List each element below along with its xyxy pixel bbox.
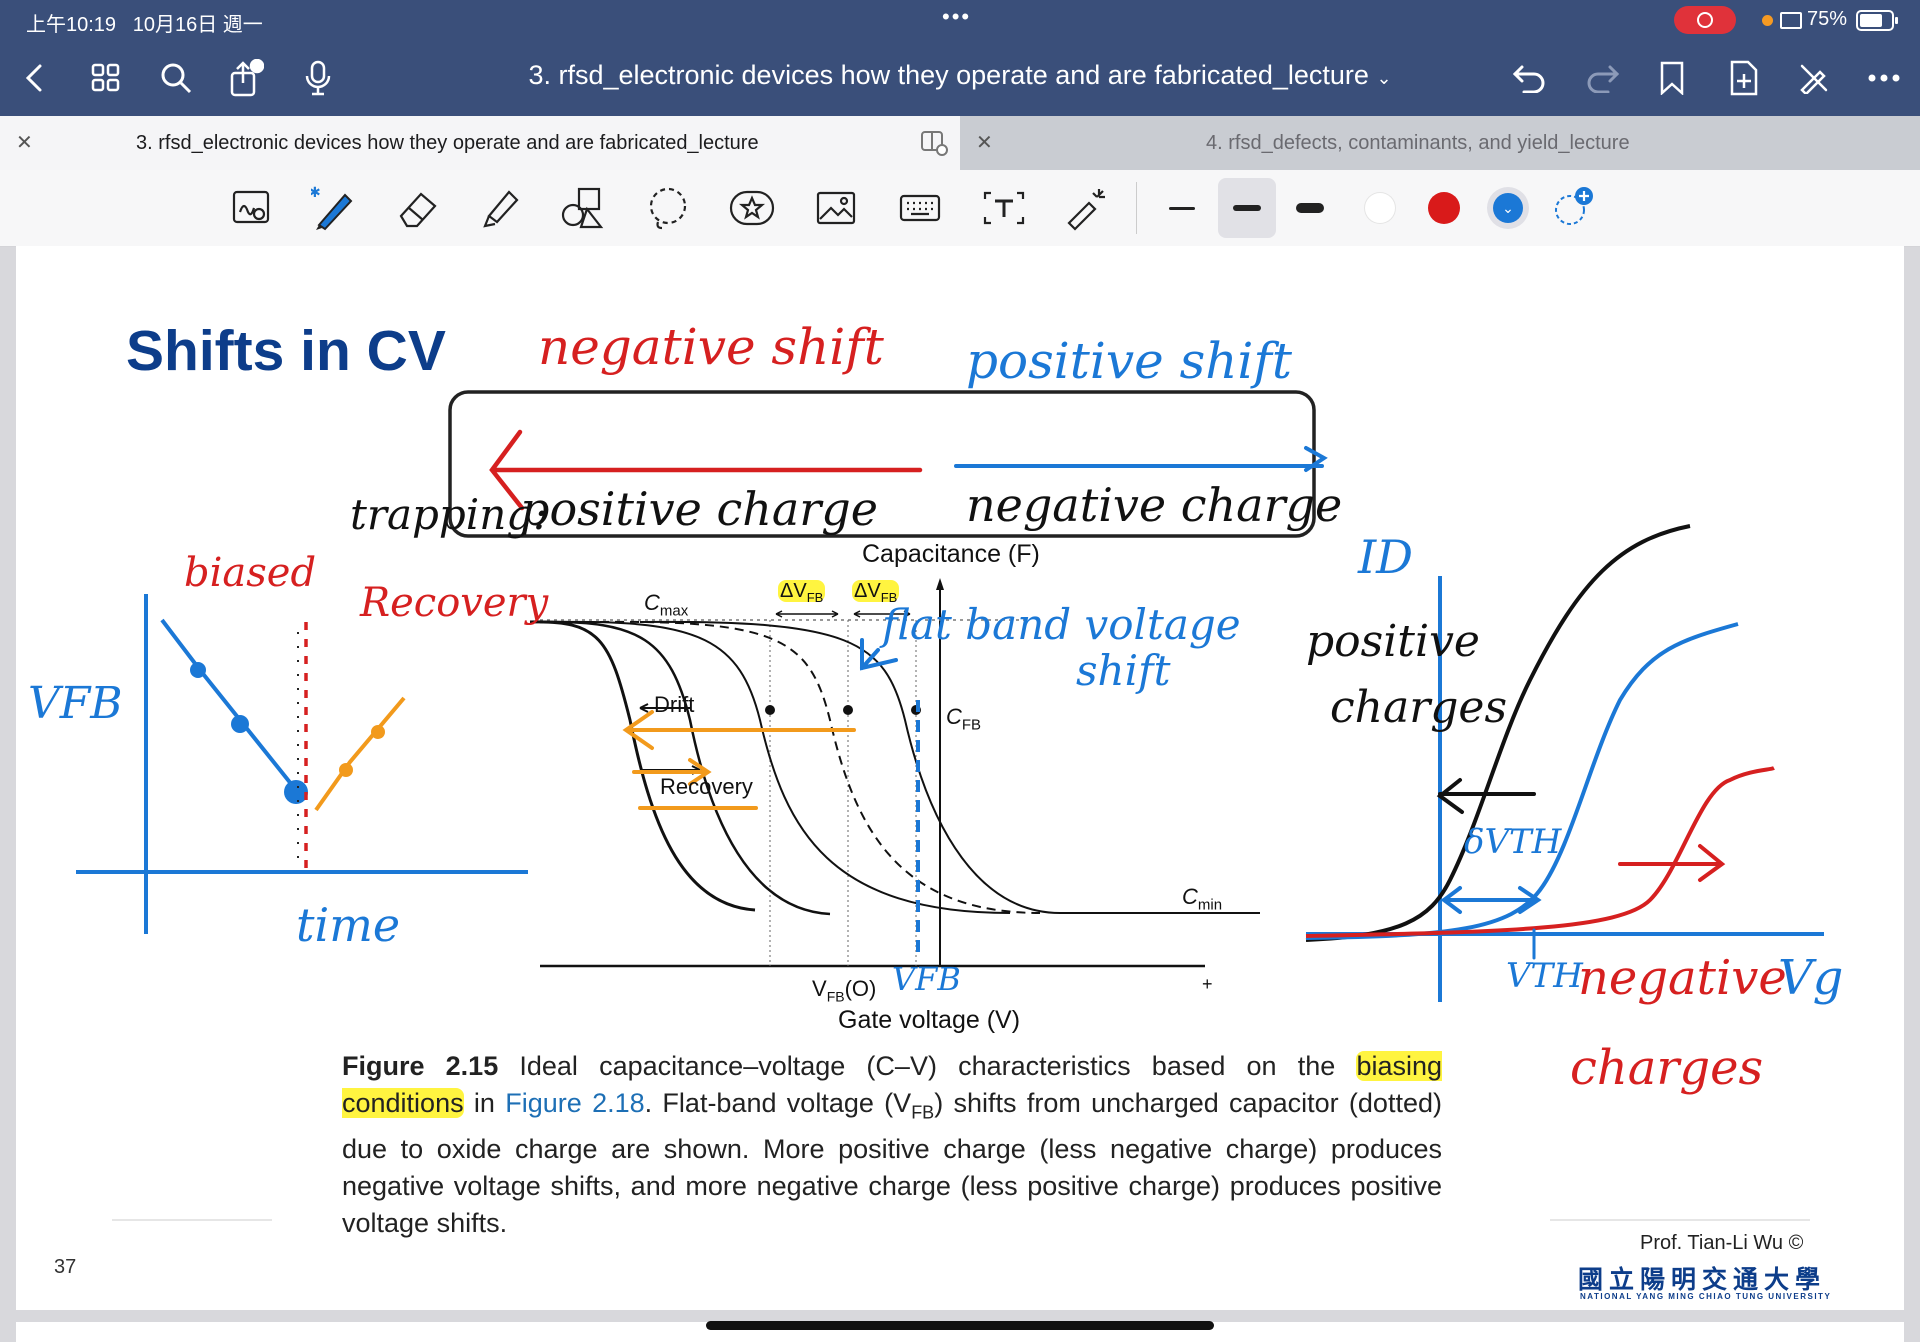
annot-positive-charges-1: positive: [1306, 616, 1480, 667]
annot-negative-shift: negative shift: [538, 318, 884, 376]
vfb-point-2: [843, 705, 853, 715]
vfb-point-1: [765, 705, 775, 715]
red-shift-arrow: [1618, 844, 1726, 882]
cfb-label: CFB: [946, 704, 982, 734]
annot-time: time: [296, 898, 401, 952]
blue-arrow-right: [954, 446, 1328, 472]
annot-vfb0-hand: VFB: [892, 960, 961, 998]
delta-vth-arrow: [1440, 886, 1542, 914]
annot-biased: biased: [184, 550, 317, 596]
annot-positive-charge: positive charge: [520, 482, 878, 536]
annot-negative-charge: negative charge: [966, 478, 1343, 532]
dvfb-label-1: ΔVFB: [778, 580, 826, 605]
author-credit: Prof. Tian-Li Wu ©: [1640, 1232, 1804, 1254]
vfb-drift-line: [160, 618, 298, 792]
annot-flat-band-1: flat band voltage: [882, 600, 1241, 649]
annot-trapping: trapping:: [350, 490, 548, 539]
plus-label: +: [1202, 974, 1213, 994]
university-logo-cn: 國立陽明交通大學: [1578, 1266, 1827, 1294]
cv-curve-dashed: [599, 620, 1041, 914]
y-axis-arrow: [936, 578, 944, 590]
x-axis-label: Gate voltage (V): [838, 1006, 1021, 1034]
annot-vg: Vg: [1778, 950, 1844, 1006]
annot-positive-shift: positive shift: [966, 332, 1293, 390]
annot-id: ID: [1358, 530, 1414, 584]
figure-caption: Figure 2.15 Ideal capacitance–voltage (C…: [342, 1051, 1442, 1239]
cv-curve-3: [559, 620, 1011, 914]
annot-vth: VTH: [1506, 956, 1583, 996]
figure-link[interactable]: Figure 2.18: [505, 1088, 644, 1118]
recovery-label: Recovery: [660, 774, 753, 799]
id-vg-curve-positive: [1305, 524, 1691, 942]
drift-label: Drift: [654, 692, 695, 717]
cmax-label: Cmax: [644, 590, 689, 620]
annot-negative-charges-1: negative: [1578, 950, 1787, 1006]
vfb0-label: VFB(O): [812, 976, 877, 1005]
slide-number: 37: [54, 1256, 77, 1278]
y-axis-label: Capacitance (F): [862, 540, 1040, 568]
university-logo-en: NATIONAL YANG MING CHIAO TUNG UNIVERSITY: [1580, 1292, 1832, 1301]
annot-positive-charges-2: charges: [1330, 682, 1508, 733]
annot-delta-vth: δVTH: [1464, 822, 1562, 862]
annot-negative-charges-2: charges: [1570, 1040, 1764, 1096]
cmin-label: Cmin: [1182, 884, 1223, 914]
vfb-recovery-line: [314, 696, 406, 812]
annot-vfb: VFB: [28, 678, 123, 729]
annot-flat-band-2: shift: [1076, 646, 1171, 695]
dvfb-arrow-1: [775, 610, 839, 618]
cv-curve-1: [529, 620, 756, 912]
home-indicator[interactable]: [706, 1321, 1214, 1330]
annot-recovery: Recovery: [360, 580, 549, 626]
